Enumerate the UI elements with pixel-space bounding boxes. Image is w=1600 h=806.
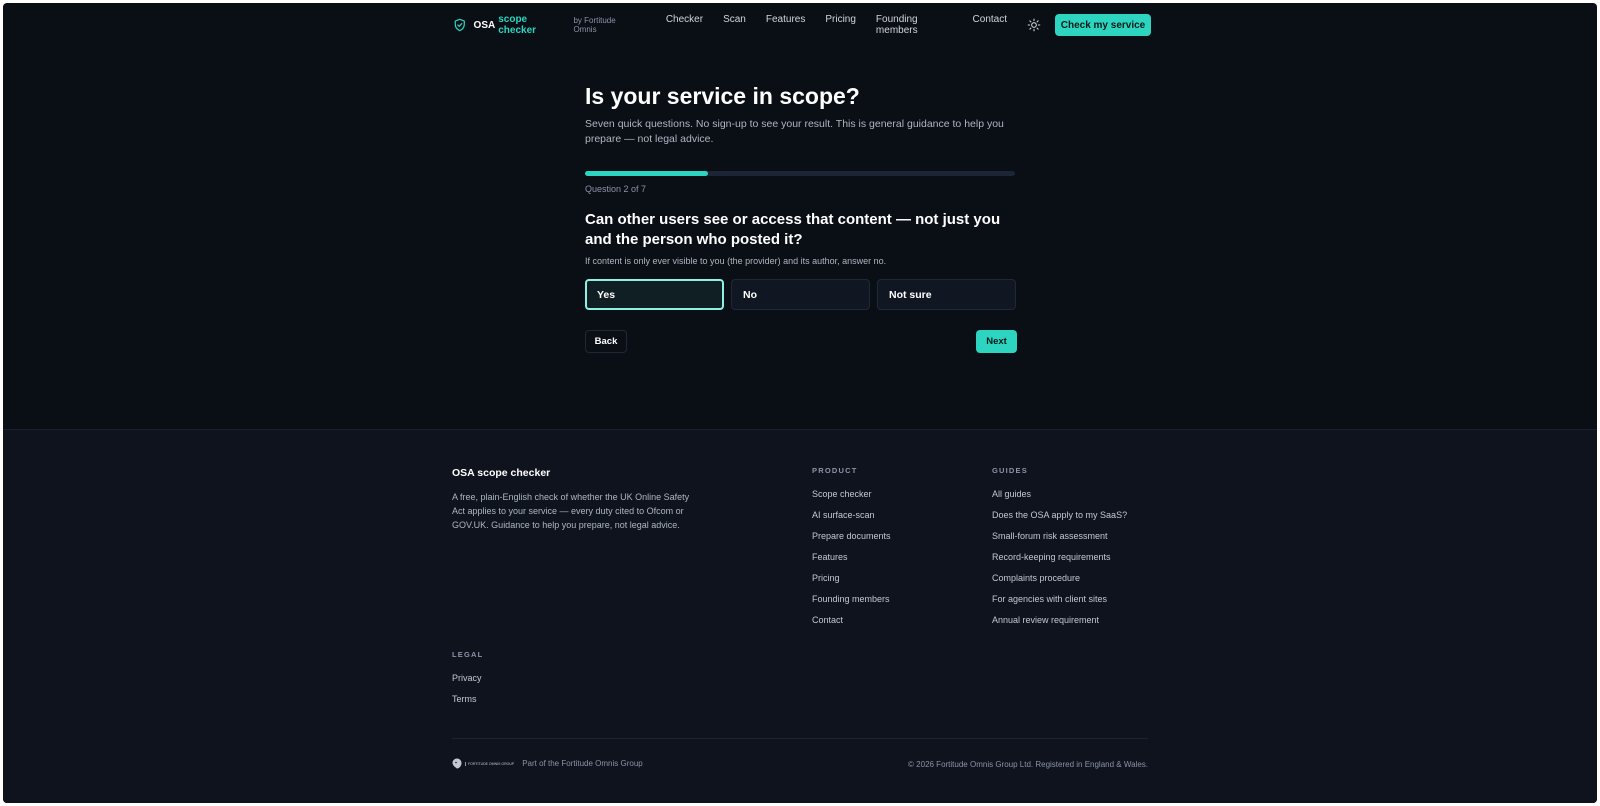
footer-link-terms[interactable]: Terms bbox=[452, 694, 483, 704]
fortitude-omnis-logo[interactable]: FORTITUDE OMNIS GROUP bbox=[452, 758, 514, 769]
footer-link-founding-members[interactable]: Founding members bbox=[812, 594, 891, 604]
check-my-service-button[interactable]: Check my service bbox=[1055, 14, 1151, 36]
page-title: Is your service in scope? bbox=[585, 83, 860, 109]
option-yes[interactable]: Yes bbox=[585, 279, 724, 310]
question-counter: Question 2 of 7 bbox=[585, 184, 647, 194]
next-button[interactable]: Next bbox=[976, 330, 1017, 353]
footer-link-prepare-documents[interactable]: Prepare documents bbox=[812, 531, 891, 541]
footer-product-heading: PRODUCT bbox=[812, 466, 858, 475]
shield-check-icon bbox=[454, 18, 465, 32]
footer-link-complaints[interactable]: Complaints procedure bbox=[992, 573, 1127, 583]
footer-link-privacy[interactable]: Privacy bbox=[452, 673, 483, 683]
nav-right: Check my service bbox=[1027, 14, 1151, 36]
footer-legal-heading: LEGAL bbox=[452, 650, 484, 659]
footer-link-pricing[interactable]: Pricing bbox=[812, 573, 891, 583]
footer-product-column: PRODUCT Scope checker AI surface-scan Pr… bbox=[812, 466, 891, 625]
form-actions: Back Next bbox=[585, 330, 1017, 353]
brand-by: by Fortitude Omnis bbox=[573, 16, 616, 34]
app-frame: OSA scope checker by Fortitude Omnis Che… bbox=[3, 3, 1597, 803]
footer-legal-column: LEGAL Privacy Terms bbox=[452, 650, 483, 704]
footer-group: FORTITUDE OMNIS GROUP Part of the Fortit… bbox=[452, 758, 643, 769]
lion-icon bbox=[452, 758, 462, 769]
brand-accent: scope checker bbox=[498, 14, 537, 36]
footer-guides-column: GUIDES All guides Does the OSA apply to … bbox=[992, 466, 1127, 625]
footer: OSA scope checker A free, plain-English … bbox=[3, 429, 1597, 803]
footer-link-small-forum-risk[interactable]: Small-forum risk assessment bbox=[992, 531, 1127, 541]
nav-link-checker[interactable]: Checker bbox=[666, 14, 703, 36]
nav-link-founding-members[interactable]: Founding members bbox=[876, 14, 953, 36]
brand-name: OSA bbox=[473, 19, 496, 31]
answer-options: Yes No Not sure bbox=[585, 279, 1017, 310]
option-not-sure[interactable]: Not sure bbox=[877, 279, 1016, 310]
option-no[interactable]: No bbox=[731, 279, 870, 310]
sun-icon[interactable] bbox=[1027, 18, 1041, 32]
footer-link-osa-saas[interactable]: Does the OSA apply to my SaaS? bbox=[992, 510, 1127, 520]
footer-guides-heading: GUIDES bbox=[992, 466, 1028, 475]
question-text: Can other users see or access that conte… bbox=[585, 211, 1001, 248]
footer-link-scope-checker[interactable]: Scope checker bbox=[812, 489, 891, 499]
footer-link-features[interactable]: Features bbox=[812, 552, 891, 562]
footer-link-annual-review[interactable]: Annual review requirement bbox=[992, 615, 1127, 625]
footer-link-ai-surface-scan[interactable]: AI surface-scan bbox=[812, 510, 891, 520]
logo-text: FORTITUDE OMNIS GROUP bbox=[465, 761, 514, 766]
scope-checker-form: Is your service in scope? Seven quick qu… bbox=[585, 81, 1017, 353]
question-hint: If content is only ever visible to you (… bbox=[585, 256, 887, 266]
nav-link-scan[interactable]: Scan bbox=[723, 14, 746, 36]
progress-fill bbox=[585, 171, 708, 176]
footer-copyright: © 2026 Fortitude Omnis Group Ltd. Regist… bbox=[908, 760, 1148, 769]
footer-link-contact[interactable]: Contact bbox=[812, 615, 891, 625]
nav-link-features[interactable]: Features bbox=[766, 14, 805, 36]
nav-link-pricing[interactable]: Pricing bbox=[825, 14, 856, 36]
nav-links: Checker Scan Features Pricing Founding m… bbox=[666, 14, 1027, 36]
footer-description: A free, plain-English check of whether t… bbox=[452, 492, 690, 531]
footer-brand: OSA scope checker bbox=[452, 467, 551, 479]
nav-link-contact[interactable]: Contact bbox=[973, 14, 1007, 36]
progress-bar bbox=[585, 171, 1015, 176]
back-button[interactable]: Back bbox=[585, 330, 627, 353]
footer-link-record-keeping[interactable]: Record-keeping requirements bbox=[992, 552, 1127, 562]
brand-logo[interactable]: OSA scope checker by Fortitude Omnis bbox=[453, 14, 639, 36]
footer-group-text: Part of the Fortitude Omnis Group bbox=[522, 759, 643, 768]
page-subtitle: Seven quick questions. No sign-up to see… bbox=[585, 118, 1004, 145]
footer-divider bbox=[452, 738, 1148, 739]
top-nav: OSA scope checker by Fortitude Omnis Che… bbox=[453, 11, 1151, 39]
footer-link-agencies[interactable]: For agencies with client sites bbox=[992, 594, 1127, 604]
footer-link-all-guides[interactable]: All guides bbox=[992, 489, 1127, 499]
